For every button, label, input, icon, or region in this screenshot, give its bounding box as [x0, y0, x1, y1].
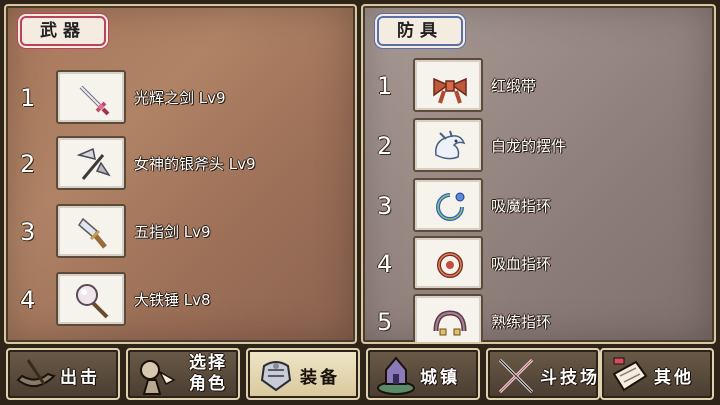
tab-arena[interactable]: 斗技场	[486, 348, 600, 400]
weapon-name: 光辉之剑 Lv9	[134, 89, 226, 107]
armor-slot-4[interactable]: 4 吸血指环	[363, 236, 714, 294]
armor-name: 吸魔指环	[491, 197, 552, 215]
skill-ring-icon	[433, 310, 467, 336]
slot-number: 1	[20, 84, 36, 112]
bottom-nav: 出击 选择 角色 装备 城镇 斗技场 其他	[0, 346, 720, 405]
weapon-icon-box[interactable]	[56, 272, 126, 326]
character-select-icon	[140, 360, 176, 395]
tab-character-select[interactable]: 选择 角色	[126, 348, 240, 400]
armor-name: 吸血指环	[491, 255, 552, 273]
armor-icon-box[interactable]	[413, 58, 483, 112]
magic-absorb-ring-icon	[436, 192, 465, 221]
five-finger-sword-icon	[78, 217, 107, 249]
tab-label: 其他	[654, 368, 694, 388]
vampire-ring-icon	[437, 252, 463, 278]
iron-hammer-icon	[76, 284, 109, 319]
weapon-slot-2[interactable]: 2 女神的银斧头 Lv9	[6, 136, 355, 194]
arena-icon	[498, 358, 534, 394]
tab-label: 城镇	[420, 368, 460, 388]
slot-number: 2	[377, 132, 393, 160]
tab-town[interactable]: 城镇	[366, 348, 480, 400]
armor-icon-box[interactable]	[413, 236, 483, 290]
red-ribbon-icon	[433, 77, 467, 104]
slot-number: 2	[20, 150, 36, 178]
weapon-name: 五指剑 Lv9	[134, 223, 211, 241]
weapons-panel: 武器 1 光辉之剑 Lv9 2 女神的银斧头 Lv9 3 五指剑 Lv9 4 大…	[4, 4, 357, 344]
armor-name: 红缎带	[491, 77, 537, 95]
white-dragon-ornament-icon	[435, 130, 466, 160]
slot-number: 4	[377, 250, 393, 278]
armor-name: 白龙的摆件	[491, 137, 567, 155]
slot-number: 3	[20, 218, 36, 246]
weapon-name: 大铁锤 Lv8	[134, 291, 211, 309]
armor-slot-3[interactable]: 3 吸魔指环	[363, 178, 714, 236]
tab-other[interactable]: 其他	[600, 348, 714, 400]
armor-name: 熟练指环	[491, 313, 552, 331]
slot-number: 3	[377, 192, 393, 220]
slot-number: 4	[20, 286, 36, 314]
tab-sortie[interactable]: 出击	[6, 348, 120, 400]
armor-icon-box[interactable]	[413, 294, 483, 342]
weapons-title: 武器	[20, 16, 106, 46]
weapon-slot-1[interactable]: 1 光辉之剑 Lv9	[6, 70, 355, 128]
tab-label: 出击	[60, 368, 100, 388]
armor-slot-2[interactable]: 2 白龙的摆件	[363, 118, 714, 176]
armor-slot-5[interactable]: 5 熟练指环	[363, 294, 714, 342]
tab-label: 选择 角色	[180, 353, 236, 395]
tab-label: 装备	[300, 368, 340, 388]
weapon-icon-box[interactable]	[56, 70, 126, 124]
weapon-slot-3[interactable]: 3 五指剑 Lv9	[6, 204, 355, 262]
glory-sword-icon	[79, 85, 110, 116]
armor-icon-box[interactable]	[413, 118, 483, 172]
weapon-icon-box[interactable]	[56, 136, 126, 190]
tab-label-line2: 角色	[189, 374, 227, 394]
armor-slot-1[interactable]: 1 红缎带	[363, 58, 714, 116]
silver-axe-icon	[76, 147, 111, 180]
sortie-icon	[16, 359, 56, 387]
slot-number: 5	[377, 308, 393, 336]
tab-label-line1: 选择	[189, 353, 227, 373]
other-icon	[612, 357, 648, 392]
weapon-name: 女神的银斧头 Lv9	[134, 155, 256, 173]
weapon-icon-box[interactable]	[56, 204, 126, 258]
tab-label: 斗技场	[540, 368, 600, 388]
slot-number: 1	[377, 72, 393, 100]
weapon-slot-4[interactable]: 4 大铁锤 Lv8	[6, 272, 355, 330]
tab-equipment[interactable]: 装备	[246, 348, 360, 400]
armor-panel: 防具 1 红缎带 2 白龙的摆件 3 吸魔指环 4 吸血指环 5 熟练指环	[361, 4, 716, 344]
armor-title: 防具	[377, 16, 463, 46]
town-icon	[377, 356, 415, 395]
equipment-icon	[260, 361, 292, 392]
armor-icon-box[interactable]	[413, 178, 483, 232]
